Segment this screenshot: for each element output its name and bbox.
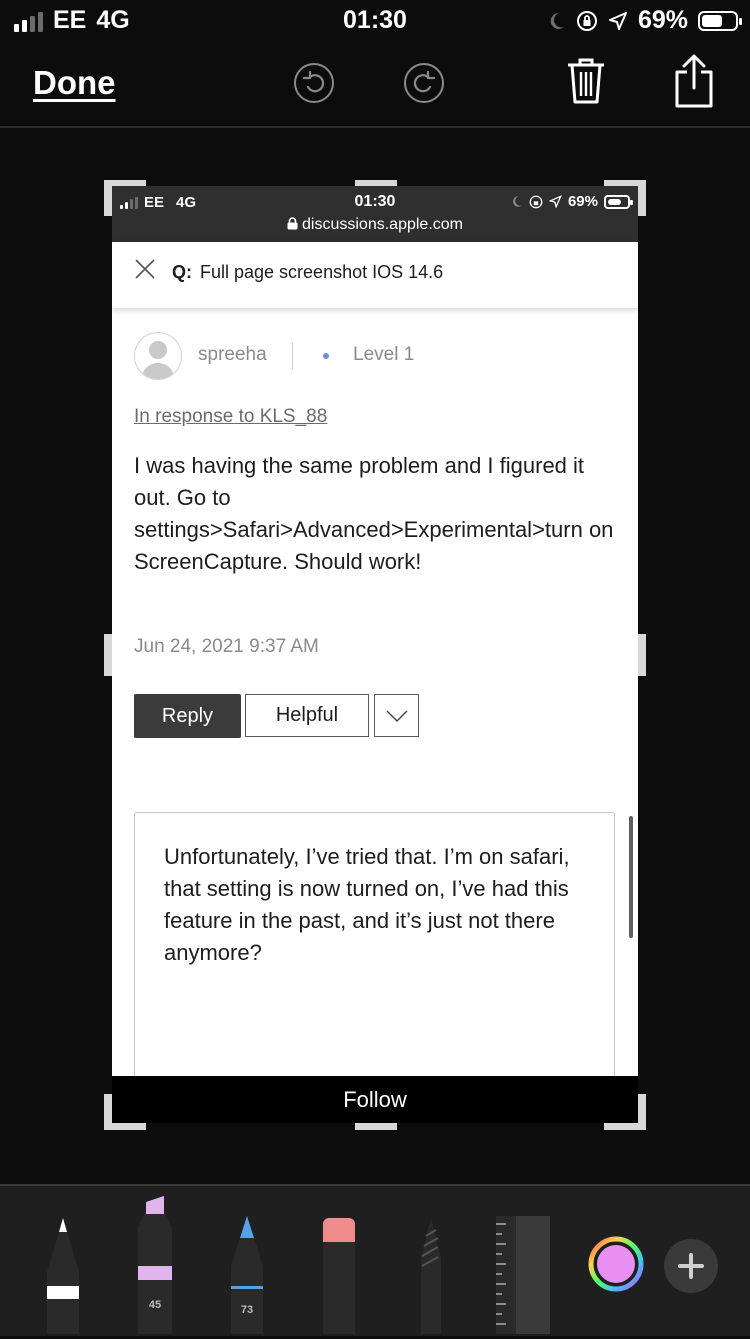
screenshot-location-icon <box>548 195 562 208</box>
follow-button[interactable]: Follow <box>112 1076 638 1123</box>
user-level: Level 1 <box>353 344 415 365</box>
pencil-tool[interactable]: 73 <box>228 1216 266 1334</box>
level-dot-icon <box>323 353 329 359</box>
markup-tool-tray: 45 73 <box>0 1184 750 1336</box>
lasso-tool[interactable] <box>412 1216 450 1334</box>
redo-button[interactable] <box>404 63 444 103</box>
ruler-tool[interactable] <box>496 1216 550 1334</box>
crop-handle-top-left-vertical[interactable] <box>104 180 112 216</box>
add-button[interactable] <box>664 1239 718 1293</box>
battery-percent: 69% <box>637 6 688 34</box>
helpful-button[interactable]: Helpful <box>245 694 369 737</box>
moon-icon <box>550 12 564 29</box>
screenshot-orientation-lock-icon <box>529 195 543 208</box>
undo-icon <box>302 71 325 93</box>
close-icon[interactable] <box>134 258 156 280</box>
url-text: discussions.apple.com <box>302 216 463 233</box>
plus-icon <box>664 1239 718 1293</box>
screenshot-moon-icon <box>513 196 522 207</box>
more-options-button[interactable] <box>374 694 419 737</box>
trash-icon <box>568 58 604 104</box>
crop-handle-bottom-left-vertical[interactable] <box>104 1094 112 1130</box>
crop-handle-right-center[interactable] <box>638 634 646 676</box>
avatar[interactable] <box>134 332 182 380</box>
status-right: 69% <box>546 6 742 35</box>
screenshot-status-right: 69% <box>510 193 633 210</box>
location-icon <box>608 11 627 30</box>
undo-button[interactable] <box>294 63 334 103</box>
battery-icon <box>698 10 742 31</box>
scrollbar[interactable] <box>629 816 633 938</box>
pencil-icon <box>231 1216 263 1334</box>
reply-text: Unfortunately, I’ve tried that. I’m on s… <box>164 844 570 965</box>
eraser-icon <box>323 1218 355 1334</box>
share-button[interactable] <box>674 54 714 113</box>
pencil-width-label: 73 <box>240 1304 254 1316</box>
lasso-icon <box>421 1218 441 1334</box>
pen-icon <box>47 1218 79 1334</box>
crop-handle-left-center[interactable] <box>104 634 112 676</box>
pen-tool[interactable] <box>44 1216 82 1334</box>
question-prefix: Q: <box>172 262 192 282</box>
toolbar-divider <box>0 126 750 128</box>
color-picker-button[interactable] <box>588 1236 644 1292</box>
reply-button[interactable]: Reply <box>134 694 241 738</box>
orientation-lock-icon <box>576 10 597 31</box>
post-body: I was having the same problem and I figu… <box>134 453 614 574</box>
screenshot-battery-icon <box>604 194 633 209</box>
color-wheel-icon <box>588 1236 644 1292</box>
user-silhouette-icon <box>141 341 175 379</box>
highlighter-width-label: 45 <box>148 1299 162 1311</box>
ruler-icon <box>496 1216 550 1334</box>
question-title: Q: Full page screenshot IOS 14.6 <box>172 262 443 283</box>
screenshot-preview[interactable]: EE 4G 01:30 69% discussions.apple.com Q:… <box>112 186 638 1123</box>
highlighter-tool[interactable]: 45 <box>136 1196 174 1334</box>
in-response-link[interactable]: In response to KLS_88 <box>134 406 327 428</box>
status-bar: EE 4G 01:30 69% <box>0 0 750 40</box>
redo-icon <box>413 71 436 93</box>
url-bar[interactable]: discussions.apple.com <box>112 216 638 234</box>
post-date: Jun 24, 2021 9:37 AM <box>134 636 319 657</box>
markup-toolbar: Done <box>0 44 750 126</box>
question-text: Full page screenshot IOS 14.6 <box>200 262 444 282</box>
screenshot-battery-percent: 69% <box>567 193 598 210</box>
screenshot-status-bar: EE 4G 01:30 69% discussions.apple.com <box>112 186 638 242</box>
crop-handle-top-right-vertical[interactable] <box>638 180 646 216</box>
user-level-separator <box>292 342 293 370</box>
done-button[interactable]: Done <box>33 64 116 102</box>
question-bar: Q: Full page screenshot IOS 14.6 <box>112 242 638 308</box>
share-icon <box>675 54 713 108</box>
lock-icon <box>287 217 298 230</box>
crop-handle-bottom-center[interactable] <box>355 1123 397 1130</box>
crop-handle-bottom-right-vertical[interactable] <box>638 1094 646 1130</box>
username[interactable]: spreeha <box>198 344 267 366</box>
highlighter-icon <box>138 1196 172 1334</box>
chevron-down-icon <box>386 710 407 722</box>
delete-button[interactable] <box>566 56 606 111</box>
eraser-tool[interactable] <box>320 1216 358 1334</box>
